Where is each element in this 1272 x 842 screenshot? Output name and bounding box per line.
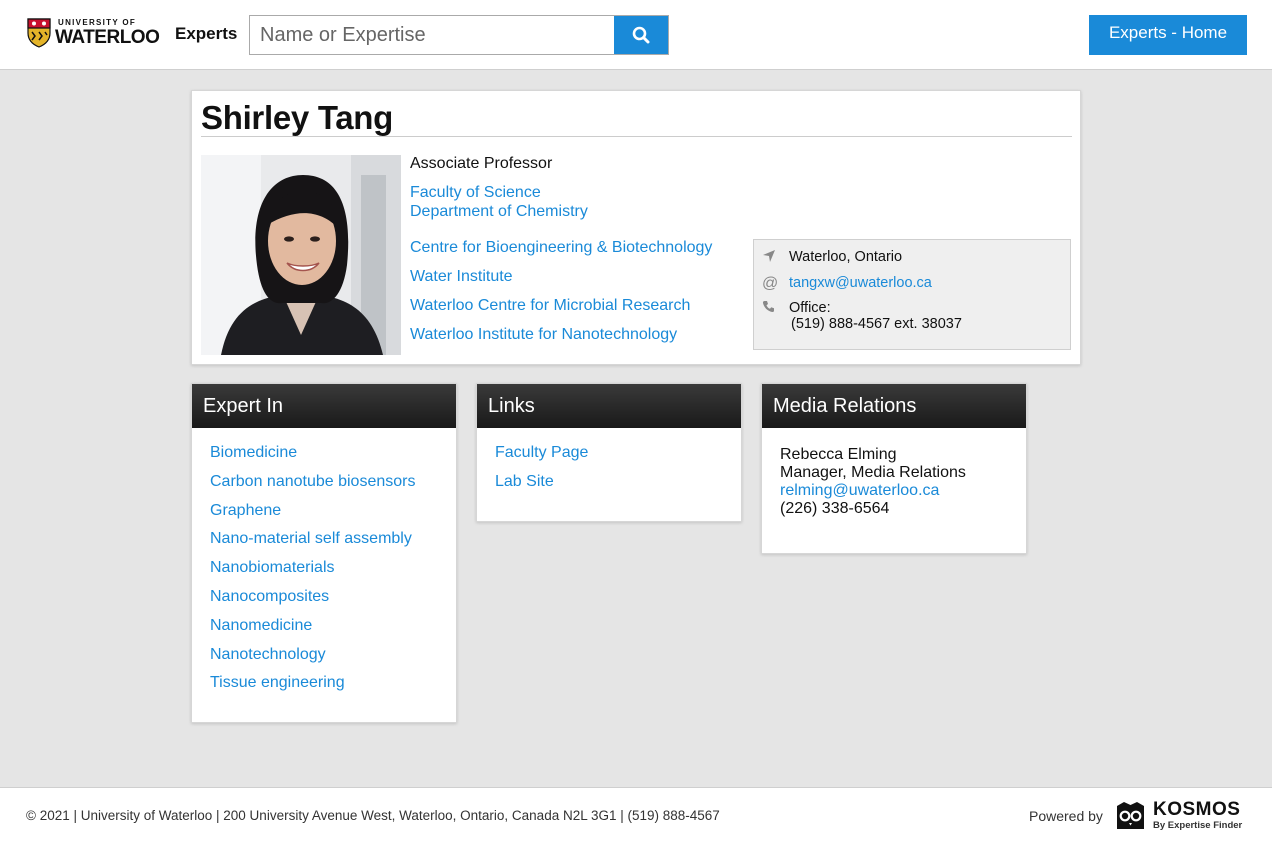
expertise-link[interactable]: Nano-material self assembly — [210, 530, 456, 559]
media-contact-role: Manager, Media Relations — [780, 464, 966, 481]
contact-email-link[interactable]: tangxw@uwaterloo.ca — [789, 275, 932, 293]
expertise-link[interactable]: Nanomedicine — [210, 617, 456, 646]
search-input[interactable] — [250, 16, 614, 54]
at-icon: @ — [762, 275, 779, 292]
faculty-page-link[interactable]: Faculty Page — [495, 444, 741, 473]
powered-by-label: Powered by — [1029, 808, 1103, 824]
media-contact-phone: (226) 338-6564 — [780, 500, 890, 517]
contact-location-row: Waterloo, Ontario — [762, 249, 902, 267]
expertise-link[interactable]: Tissue engineering — [210, 674, 456, 703]
search-form — [249, 15, 669, 55]
faculty-link[interactable]: Faculty of Science — [410, 184, 541, 202]
divider — [201, 136, 1072, 137]
links-panel: Links Faculty Page Lab Site — [476, 383, 742, 522]
media-contact-name: Rebecca Elming — [780, 446, 897, 463]
location-arrow-icon — [762, 249, 789, 267]
search-button[interactable] — [614, 16, 668, 54]
expertise-link[interactable]: Nanocomposites — [210, 588, 456, 617]
affiliation-link[interactable]: Water Institute — [410, 268, 513, 286]
logo-small-text: UNIVERSITY OF — [58, 18, 137, 27]
expertise-link[interactable]: Nanobiomaterials — [210, 559, 456, 588]
contact-email-row: @ tangxw@uwaterloo.ca — [762, 275, 932, 293]
experts-brand-link[interactable]: Experts — [175, 24, 237, 44]
contact-box: Waterloo, Ontario @ tangxw@uwaterloo.ca … — [753, 239, 1071, 350]
logo-big-text: WATERLOO — [55, 27, 160, 48]
lab-site-link[interactable]: Lab Site — [495, 473, 741, 502]
panel-title: Media Relations — [762, 384, 1026, 428]
profile-title: Associate Professor — [410, 155, 553, 172]
footer: © 2021 | University of Waterloo | 200 Un… — [0, 787, 1272, 842]
expertise-link[interactable]: Carbon nanotube biosensors — [210, 473, 456, 502]
kosmos-owl-icon — [1117, 801, 1144, 829]
waterloo-shield-icon — [27, 18, 51, 48]
experts-home-button[interactable]: Experts - Home — [1089, 15, 1247, 55]
contact-phone-row: Office: (519) 888-4567 ext. 38037 — [762, 300, 962, 332]
footer-address: © 2021 | University of Waterloo | 200 Un… — [26, 808, 720, 823]
phone-icon — [762, 300, 789, 332]
expertise-link[interactable]: Nanotechnology — [210, 646, 456, 675]
media-contact-email-link[interactable]: relming@uwaterloo.ca — [780, 482, 1026, 500]
office-phone: (519) 888-4567 ext. 38037 — [791, 316, 962, 332]
profile-photo — [201, 155, 401, 355]
office-label: Office: — [789, 300, 831, 316]
search-icon — [632, 26, 650, 44]
department-link[interactable]: Department of Chemistry — [410, 203, 588, 221]
university-logo[interactable]: UNIVERSITY OF WATERLOO — [27, 18, 160, 48]
panel-title: Expert In — [192, 384, 456, 428]
panel-title: Links — [477, 384, 741, 428]
affiliation-link[interactable]: Waterloo Centre for Microbial Research — [410, 297, 690, 315]
profile-card: Shirley Tang Associate Professor Faculty… — [191, 90, 1081, 365]
contact-location: Waterloo, Ontario — [789, 249, 903, 265]
expertise-link[interactable]: Biomedicine — [210, 444, 456, 473]
profile-name: Shirley Tang — [201, 99, 393, 136]
affiliation-link[interactable]: Centre for Bioengineering & Biotechnolog… — [410, 239, 712, 257]
expert-in-panel: Expert In Biomedicine Carbon nanotube bi… — [191, 383, 457, 723]
affiliation-link[interactable]: Waterloo Institute for Nanotechnology — [410, 326, 677, 344]
kosmos-logo[interactable]: KOSMOS By Expertise Finder — [1116, 800, 1242, 831]
expertise-link[interactable]: Graphene — [210, 502, 456, 531]
media-relations-panel: Media Relations Rebecca Elming Manager, … — [761, 383, 1027, 554]
kosmos-wordmark: KOSMOS — [1153, 799, 1241, 820]
top-bar: UNIVERSITY OF WATERLOO Experts Experts -… — [0, 0, 1272, 70]
kosmos-tagline: By Expertise Finder — [1153, 820, 1243, 831]
